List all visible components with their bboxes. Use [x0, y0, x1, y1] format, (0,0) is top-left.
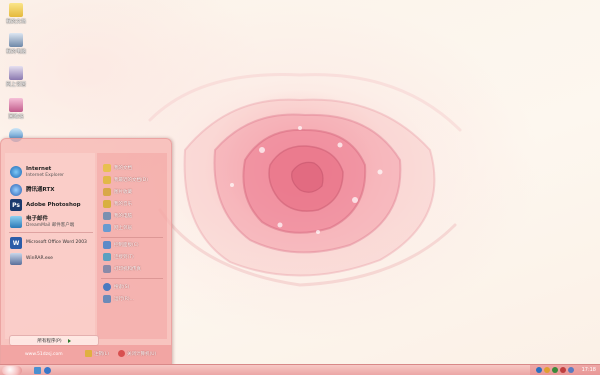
run-icon — [103, 295, 111, 303]
network-places-icon — [103, 224, 111, 232]
start-button[interactable] — [2, 366, 22, 375]
right-item-my-documents[interactable]: 我的文档 — [103, 163, 132, 173]
pinned-item-internet[interactable]: Internet Internet Explorer — [5, 163, 95, 181]
desktop-icon-recycle-bin[interactable]: 回收站 — [0, 98, 32, 120]
logoff-button[interactable]: 注销(L) — [85, 350, 109, 357]
right-item-my-pictures[interactable]: 图片收藏 — [103, 187, 132, 197]
menu-separator — [9, 232, 93, 233]
photoshop-icon: Ps — [10, 199, 22, 211]
computer-icon — [9, 33, 23, 47]
tray-icon-network[interactable] — [536, 367, 542, 373]
rtx-icon — [10, 184, 22, 196]
pinned-item-photoshop[interactable]: Ps Adobe Photoshop — [5, 196, 95, 214]
folder-icon — [9, 3, 23, 17]
email-icon — [10, 216, 22, 228]
clock: 17:18 — [581, 367, 596, 373]
right-item-control-panel[interactable]: 控制面板(C) — [103, 240, 139, 250]
my-pictures-icon — [103, 188, 111, 196]
tray-icon-update[interactable] — [560, 367, 566, 373]
logoff-icon — [85, 350, 92, 357]
desktop-icon-my-computer[interactable]: 我的电脑 — [0, 33, 32, 55]
right-item-connect-to[interactable]: 连接到(T) — [103, 252, 134, 262]
internet-explorer-icon — [10, 166, 22, 178]
word-icon: W — [10, 237, 22, 249]
tray-icon-security[interactable] — [552, 367, 558, 373]
taskbar: 17:18 — [0, 364, 600, 375]
winrar-icon — [10, 253, 22, 265]
right-item-search[interactable]: 搜索(S) — [103, 282, 129, 292]
system-tray: 17:18 — [530, 365, 600, 375]
shutdown-button[interactable]: 关闭计算机(U) — [118, 350, 156, 357]
search-icon — [103, 283, 111, 291]
tray-icon-im[interactable] — [544, 367, 550, 373]
start-menu: Internet Internet Explorer 腾讯通RTX Ps Adob… — [0, 138, 172, 366]
menu-separator — [101, 278, 163, 279]
pinned-item-email[interactable]: 电子邮件 DreamMail 邮件客户端 — [5, 213, 95, 231]
right-item-printers[interactable]: 打印机和传真 — [103, 264, 141, 274]
site-url: www.51dzsj.com — [25, 352, 63, 357]
recent-item-winrar[interactable]: WinRAR.exe — [5, 250, 95, 268]
connect-to-icon — [103, 253, 111, 261]
quick-launch-ie-icon[interactable] — [44, 367, 51, 374]
tray-icon-volume[interactable] — [568, 367, 574, 373]
network-icon — [9, 66, 23, 80]
right-item-my-music[interactable]: 我的音乐 — [103, 199, 132, 209]
right-item-recent-documents[interactable]: 我最近的文档(D) — [103, 175, 148, 185]
power-icon — [118, 350, 125, 357]
my-computer-icon — [103, 212, 111, 220]
right-item-run[interactable]: 运行(R)... — [103, 294, 134, 304]
recent-documents-icon — [103, 176, 111, 184]
my-documents-icon — [103, 164, 111, 172]
printers-icon — [103, 265, 111, 273]
control-panel-icon — [103, 241, 111, 249]
my-music-icon — [103, 200, 111, 208]
desktop-icon-network[interactable]: 网上邻居 — [0, 66, 32, 88]
right-item-network-places[interactable]: 网上邻居 — [103, 223, 132, 233]
quick-launch-desktop-icon[interactable] — [34, 367, 41, 374]
desktop-icon-my-documents[interactable]: 我的文档 — [0, 3, 32, 25]
right-item-my-computer[interactable]: 我的电脑 — [103, 211, 132, 221]
desktop: 我的文档 我的电脑 网上邻居 回收站 Internet Internet Expl… — [0, 0, 600, 375]
recycle-bin-icon — [9, 98, 23, 112]
arrow-right-icon — [67, 338, 71, 343]
start-menu-footer: www.51dzsj.com 注销(L) 关闭计算机(U) — [1, 345, 171, 365]
menu-separator — [101, 237, 163, 238]
